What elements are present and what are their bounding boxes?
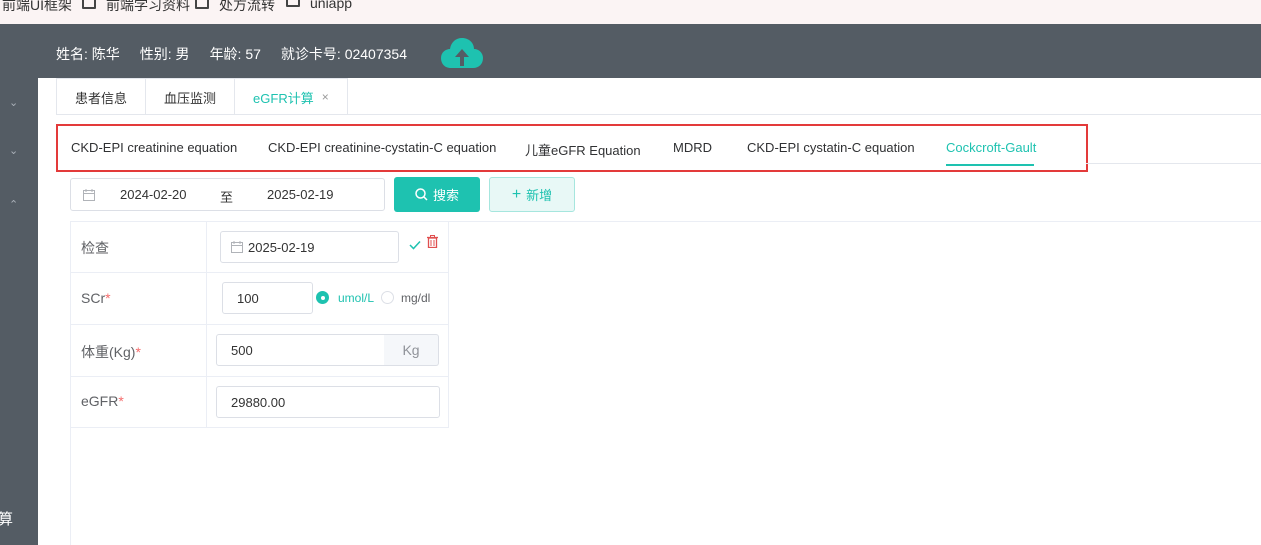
tab-child-egfr[interactable]: 儿童eGFR Equation	[525, 140, 641, 159]
page-tabs: 患者信息 血压监测 eGFR计算 ×	[56, 78, 348, 115]
end-date[interactable]: 2025-02-19	[267, 187, 334, 202]
form-row-egfr: eGFR* 29880.00	[71, 377, 448, 429]
weight-label-text: 体重(Kg)	[81, 344, 136, 360]
plus-icon: +	[511, 185, 522, 203]
check-icon[interactable]	[409, 240, 421, 250]
chevron-up-icon[interactable]: ⌃	[9, 198, 18, 211]
date-separator: 至	[220, 190, 234, 205]
scr-label: SCr*	[81, 290, 111, 306]
folder-icon	[195, 0, 209, 9]
calendar-icon	[231, 241, 243, 253]
tab-blood-pressure[interactable]: 血压监测	[145, 78, 236, 115]
delete-icon[interactable]	[427, 235, 438, 248]
patient-info: 姓名: 陈华 性别: 男 年龄: 57 就诊卡号: 02407354	[56, 44, 407, 64]
search-icon	[415, 188, 428, 201]
patient-header: 姓名: 陈华 性别: 男 年龄: 57 就诊卡号: 02407354	[0, 24, 1261, 78]
egfr-value: 29880.00	[231, 394, 286, 410]
weight-value: 500	[231, 342, 253, 358]
exam-label: 检查	[81, 240, 109, 256]
required-mark: *	[118, 393, 124, 409]
form-row-scr: SCr* 100 umol/L mg/dl	[71, 273, 448, 325]
patient-name: 姓名: 陈华	[56, 46, 120, 62]
bookmark-prescription-flow[interactable]: 处方流转	[195, 0, 275, 15]
bookmark-uniapp[interactable]: uniapp	[286, 0, 352, 11]
weight-input[interactable]: 500	[216, 334, 385, 366]
bookmark-label: 前端学习资料	[106, 0, 190, 13]
scr-input[interactable]: 100	[222, 282, 313, 314]
mgdl-label[interactable]: mg/dl	[401, 291, 430, 305]
tab-label: 患者信息	[75, 90, 128, 106]
radio-mgdl[interactable]	[381, 291, 394, 304]
bookmark-label: 前端UI框架	[2, 0, 72, 13]
required-mark: *	[135, 344, 141, 360]
folder-icon	[82, 0, 96, 9]
tab-mdrd[interactable]: MDRD	[673, 140, 712, 155]
umol-label[interactable]: umol/L	[338, 291, 374, 305]
bookmark-label: uniapp	[310, 0, 353, 11]
search-button[interactable]: 搜索	[394, 177, 480, 212]
calendar-icon	[83, 189, 95, 201]
left-sidebar: ⌄ ⌄ ⌃ 算	[0, 78, 38, 545]
chevron-down-icon[interactable]: ⌄	[9, 144, 18, 157]
tabs-divider	[56, 114, 1261, 115]
active-tab-indicator	[946, 164, 1034, 166]
date-range-picker[interactable]: 2024-02-20 至 2025-02-19	[70, 178, 385, 211]
tab-ckd-epi-creatinine-cystatin[interactable]: CKD-EPI creatinine-cystatin-C equation	[268, 140, 496, 155]
exam-date: 2025-02-19	[248, 239, 315, 255]
tab-egfr-calc[interactable]: eGFR计算 ×	[234, 78, 348, 115]
bookmark-ui-framework[interactable]: 前端UI框架	[2, 0, 72, 15]
sidebar-menu-label[interactable]: 算	[0, 508, 13, 529]
bookmark-label: 处方流转	[219, 0, 275, 13]
close-icon[interactable]: ×	[322, 90, 329, 104]
tab-label: 血压监测	[164, 90, 217, 106]
bookmark-study-materials[interactable]: 前端学习资料	[82, 0, 190, 15]
cloud-upload-icon[interactable]	[441, 38, 483, 70]
formula-tabs: CKD-EPI creatinine equation CKD-EPI crea…	[56, 124, 1088, 172]
form-row-weight: 体重(Kg)* 500 Kg	[71, 325, 448, 377]
patient-age: 年龄: 57	[209, 46, 261, 62]
radio-umol[interactable]	[316, 291, 329, 304]
tab-cockcroft-gault[interactable]: Cockcroft-Gault	[946, 140, 1036, 155]
scr-label-text: SCr	[81, 290, 106, 306]
required-mark: *	[105, 290, 111, 306]
weight-label: 体重(Kg)*	[81, 342, 141, 362]
weight-unit: Kg	[384, 334, 439, 366]
folder-icon	[286, 0, 300, 7]
egfr-label-text: eGFR	[81, 393, 119, 409]
form-row-exam: 检查 2025-02-19	[71, 221, 448, 273]
tab-label: eGFR计算	[253, 90, 314, 106]
formula-tabs-divider	[1086, 163, 1261, 164]
tab-ckd-epi-cystatin[interactable]: CKD-EPI cystatin-C equation	[747, 140, 915, 155]
patient-card-number: 就诊卡号: 02407354	[280, 46, 407, 62]
start-date[interactable]: 2024-02-20	[120, 187, 187, 202]
scr-value: 100	[237, 290, 259, 306]
search-label: 搜索	[432, 188, 459, 203]
add-button[interactable]: + 新增	[489, 177, 575, 212]
egfr-form: 检查 2025-02-19 SCr* 100 umol/L mg/dl 体重(K…	[70, 221, 449, 428]
patient-gender: 性别: 男	[139, 46, 190, 62]
tab-patient-info[interactable]: 患者信息	[56, 78, 147, 115]
bookmarks-bar: 前端UI框架 前端学习资料 处方流转 uniapp	[0, 0, 1261, 24]
egfr-input[interactable]: 29880.00	[216, 386, 440, 418]
table-border	[70, 428, 71, 545]
exam-date-picker[interactable]: 2025-02-19	[220, 231, 399, 263]
chevron-down-icon[interactable]: ⌄	[9, 96, 18, 109]
tab-ckd-epi-creatinine[interactable]: CKD-EPI creatinine equation	[71, 140, 237, 155]
egfr-label: eGFR*	[81, 393, 124, 409]
add-label: 新增	[526, 188, 553, 203]
